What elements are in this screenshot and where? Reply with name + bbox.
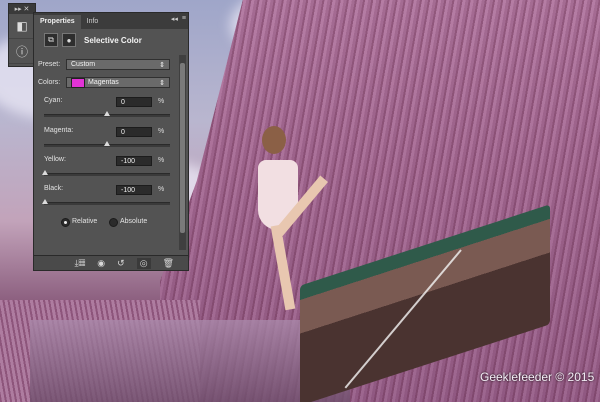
absolute-label: Absolute xyxy=(120,218,148,225)
color-swatch xyxy=(71,77,85,88)
black-unit: % xyxy=(158,186,165,193)
colors-value: Magentas xyxy=(88,79,119,86)
preset-label: Preset: xyxy=(38,61,61,68)
tab-properties[interactable]: Properties xyxy=(34,15,81,29)
dock-collapse-icon[interactable]: ▸▸ ✕ xyxy=(9,4,35,14)
absolute-radio[interactable] xyxy=(109,218,118,227)
collapse-icon[interactable]: ◂◂ xyxy=(171,15,178,23)
cyan-unit: % xyxy=(158,98,165,105)
adjustment-title: Selective Color xyxy=(84,35,142,45)
cyan-label: Cyan: xyxy=(44,97,63,104)
clip-to-layer-icon[interactable]: ⤓▦ xyxy=(74,258,85,269)
cyan-value-field[interactable]: 0 xyxy=(116,97,152,107)
black-slider-track[interactable] xyxy=(44,202,170,205)
view-previous-state-icon[interactable]: ◉ xyxy=(97,258,105,269)
adjustment-layer-icon[interactable]: ⧉ xyxy=(44,33,58,47)
colors-row: Colors: Magentas ⇕ xyxy=(34,77,172,88)
scrollbar-thumb[interactable] xyxy=(180,63,185,233)
yellow-unit: % xyxy=(158,157,165,164)
panel-scrollbar[interactable] xyxy=(179,55,186,250)
panel-controls: ◂◂ ≡ xyxy=(171,15,186,23)
cyan-slider-thumb[interactable] xyxy=(104,111,110,116)
mask-icon[interactable]: ● xyxy=(62,33,76,47)
reset-icon[interactable]: ↺ xyxy=(117,258,125,269)
delete-icon[interactable]: 🗑 xyxy=(163,258,174,269)
relative-label: Relative xyxy=(72,218,98,225)
preset-dropdown[interactable]: Custom ⇕ xyxy=(66,59,170,70)
visibility-eye-icon[interactable]: ◎ xyxy=(136,257,151,269)
yellow-slider-thumb[interactable] xyxy=(42,170,48,175)
dancer-head xyxy=(262,126,286,154)
panel-footer: ⤓▦ ◉ ↺ ◎ 🗑 xyxy=(34,255,188,270)
yellow-label: Yellow: xyxy=(44,156,66,163)
properties-panel: Properties Info ◂◂ ≡ ⧉ ● Selective Color… xyxy=(33,12,189,271)
colors-label: Colors: xyxy=(38,79,61,86)
relative-radio[interactable] xyxy=(61,218,70,227)
dancer-leg xyxy=(270,224,296,311)
dropdown-arrow-icon: ⇕ xyxy=(159,79,165,87)
magenta-value-field[interactable]: 0 xyxy=(116,127,152,137)
dancer-figure xyxy=(240,120,328,311)
preset-row: Preset: Custom ⇕ xyxy=(34,59,172,70)
yellow-value-field[interactable]: -100 xyxy=(116,156,152,166)
watermark-text: Geeklefeeder © 2015 xyxy=(480,370,595,384)
dropdown-arrow-icon: ⇕ xyxy=(159,61,165,69)
preset-value: Custom xyxy=(71,61,96,68)
adjustment-header: ⧉ ● Selective Color xyxy=(34,29,188,51)
black-label: Black: xyxy=(44,185,64,192)
yellow-slider-track[interactable] xyxy=(44,173,170,176)
magenta-label: Magenta: xyxy=(44,127,74,134)
colors-dropdown[interactable]: Magentas ⇕ xyxy=(66,77,170,88)
magenta-slider-thumb[interactable] xyxy=(104,141,110,146)
info-dock-icon[interactable]: ⓘ xyxy=(9,39,35,64)
black-value-field[interactable]: -100 xyxy=(116,185,152,195)
tab-info[interactable]: Info xyxy=(81,15,105,29)
panel-tabbar: Properties Info ◂◂ ≡ xyxy=(34,13,188,29)
properties-dock-icon[interactable]: ◧ xyxy=(9,14,35,39)
panel-dock: ▸▸ ✕ ◧ ⓘ xyxy=(8,3,36,67)
black-slider-thumb[interactable] xyxy=(42,199,48,204)
panel-menu-icon[interactable]: ≡ xyxy=(182,15,186,23)
magenta-unit: % xyxy=(158,128,165,135)
